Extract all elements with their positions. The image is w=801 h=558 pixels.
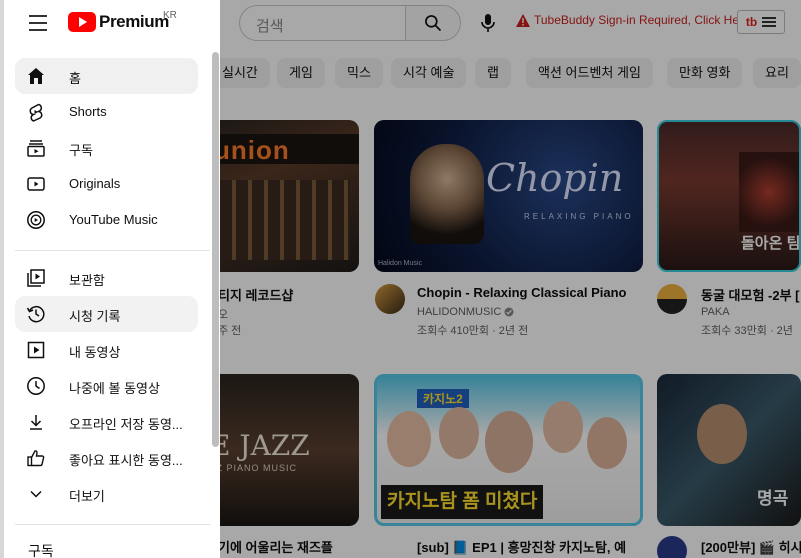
section-title-subscriptions: 구독 <box>28 543 54 558</box>
guide-drawer: Premium KR 홈 Shorts 구독 Originals YouTube… <box>0 0 220 558</box>
sidebar-item-label: Shorts <box>69 104 107 119</box>
menu-button[interactable] <box>26 13 50 33</box>
sidebar-item-label: 시청 기록 <box>69 309 121 324</box>
sidebar-item-label: 오프라인 저장 동영... <box>69 417 183 432</box>
menu-icon-bar <box>29 29 47 31</box>
originals-icon <box>25 173 47 195</box>
chevron-down-icon <box>25 483 47 505</box>
region-code: KR <box>163 10 177 21</box>
subscriptions-icon <box>25 137 47 159</box>
drawer-divider <box>15 524 210 525</box>
sidebar-item-label: 좋아요 표시한 동영... <box>69 453 183 468</box>
drawer-divider <box>15 250 210 251</box>
sidebar-item-label: 홈 <box>69 71 81 86</box>
sidebar-item-my-videos[interactable]: 내 동영상 <box>15 332 198 368</box>
logo-text: Premium <box>99 12 169 31</box>
sidebar-item-subscriptions[interactable]: 구독 <box>15 130 198 166</box>
sidebar-item-downloads[interactable]: 오프라인 저장 동영... <box>15 404 198 440</box>
shorts-icon <box>25 101 47 123</box>
thumbs-up-icon <box>25 447 47 469</box>
youtube-premium-logo[interactable]: Premium KR <box>68 10 177 32</box>
menu-icon-bar <box>29 22 47 24</box>
sidebar-item-history[interactable]: 시청 기록 <box>15 296 198 332</box>
menu-icon-bar <box>29 15 47 17</box>
library-icon <box>25 267 47 289</box>
sidebar-item-shorts[interactable]: Shorts <box>15 94 198 130</box>
sidebar-item-label: 나중에 볼 동영상 <box>69 381 160 396</box>
youtube-logo-icon <box>68 12 96 32</box>
sidebar-item-watch-later[interactable]: 나중에 볼 동영상 <box>15 368 198 404</box>
sidebar-item-label: Originals <box>69 176 121 191</box>
watch-later-icon <box>25 375 47 397</box>
sidebar-item-show-more[interactable]: 더보기 <box>15 476 198 512</box>
youtube-music-icon <box>25 209 47 231</box>
sidebar-item-label: YouTube Music <box>69 212 158 227</box>
sidebar-item-home[interactable]: 홈 <box>15 58 198 94</box>
sidebar-item-label: 보관함 <box>69 273 105 288</box>
sidebar-item-label: 내 동영상 <box>69 345 121 360</box>
sidebar-item-youtube-music[interactable]: YouTube Music <box>15 202 198 238</box>
home-icon <box>25 65 47 87</box>
history-icon <box>25 303 47 325</box>
download-icon <box>25 411 47 433</box>
sidebar-item-label: 더보기 <box>69 489 105 504</box>
sidebar-item-label: 구독 <box>69 143 93 158</box>
my-videos-icon <box>25 339 47 361</box>
sidebar-item-originals[interactable]: Originals <box>15 166 198 202</box>
drawer-header: Premium KR <box>4 0 220 46</box>
drawer-scrollbar[interactable] <box>212 52 219 447</box>
sidebar-item-library[interactable]: 보관함 <box>15 260 198 296</box>
sidebar-item-liked-videos[interactable]: 좋아요 표시한 동영... <box>15 440 198 476</box>
